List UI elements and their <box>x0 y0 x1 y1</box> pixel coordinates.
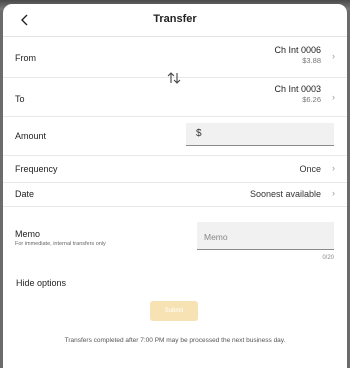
from-account-balance: $3.88 <box>302 56 321 65</box>
amount-input[interactable]: $ <box>186 123 334 146</box>
memo-label: Memo <box>15 229 41 239</box>
memo-sublabel: For immediate, internal transfers only <box>15 241 106 247</box>
date-value: Soonest available <box>249 189 321 199</box>
frequency-row[interactable]: Frequency Once › <box>3 156 347 183</box>
date-label: Date <box>15 189 35 199</box>
to-account: Ch Int 0003 $6.26 <box>274 84 321 104</box>
chevron-right-icon: › <box>332 92 335 102</box>
memo-char-counter: 0/20 <box>322 255 334 261</box>
from-label: From <box>15 53 36 63</box>
from-account: Ch Int 0006 $3.88 <box>274 45 321 65</box>
header-bar: Transfer <box>3 4 347 37</box>
submit-button[interactable]: Submit <box>150 301 198 321</box>
page-title: Transfer <box>153 13 197 25</box>
transfer-sheet: Transfer From Ch Int 0006 $3.88 › To Ch … <box>3 4 347 368</box>
frequency-label: Frequency <box>15 164 58 174</box>
chevron-right-icon: › <box>332 188 335 198</box>
chevron-right-icon: › <box>332 51 335 61</box>
to-label: To <box>15 94 25 104</box>
amount-label: Amount <box>15 131 47 141</box>
memo-placeholder: Memo <box>204 232 228 242</box>
to-account-balance: $6.26 <box>302 95 321 104</box>
currency-prefix: $ <box>196 128 202 139</box>
to-account-row[interactable]: To Ch Int 0003 $6.26 › <box>3 78 347 117</box>
hide-options-link[interactable]: Hide options <box>16 278 66 288</box>
date-row[interactable]: Date Soonest available › <box>3 183 347 207</box>
chevron-right-icon: › <box>332 163 335 173</box>
footnote-text: Transfers completed after 7:00 PM may be… <box>64 337 286 344</box>
from-account-name: Ch Int 0006 <box>274 45 321 55</box>
frequency-value: Once <box>299 164 321 174</box>
to-account-name: Ch Int 0003 <box>274 84 321 94</box>
memo-input[interactable]: Memo <box>197 222 334 250</box>
